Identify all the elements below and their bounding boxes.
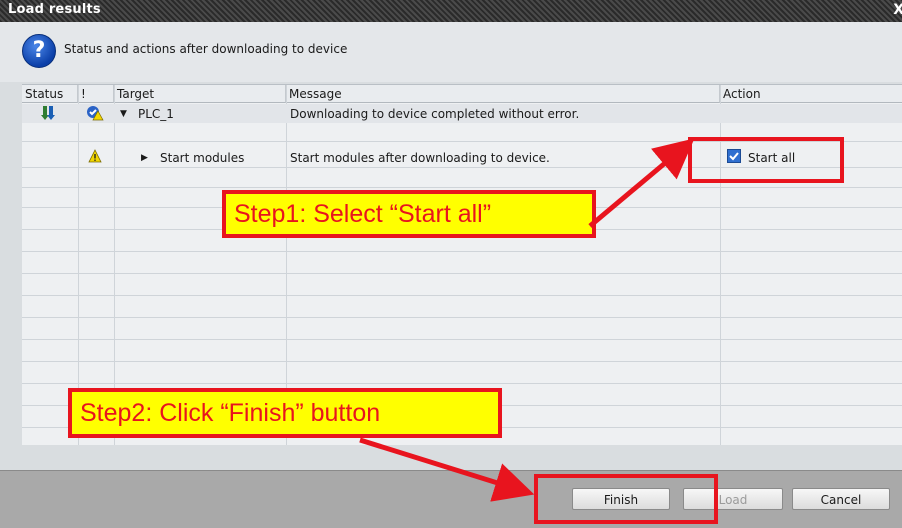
load-results-dialog: Load results X ? Status and actions afte… [0, 0, 902, 528]
message-cell: Downloading to device completed without … [290, 107, 580, 121]
step1-callout: Step1: Select “Start all” [222, 190, 596, 238]
highlight-start-all [688, 137, 844, 183]
cancel-button[interactable]: Cancel [792, 488, 890, 510]
grid-line [22, 321, 902, 340]
grid-line [22, 343, 902, 362]
column-header-status[interactable]: Status [22, 85, 78, 103]
chevron-right-icon[interactable]: ▶ [141, 149, 148, 167]
warning-icon [88, 149, 102, 168]
grid-line [22, 277, 902, 296]
column-header-message[interactable]: Message [286, 85, 720, 103]
column-header-flag[interactable]: ! [78, 85, 114, 103]
check-warning-icon [86, 105, 104, 126]
help-icon: ? [22, 34, 56, 68]
dialog-title: Load results [8, 2, 101, 17]
step2-callout: Step2: Click “Finish” button [68, 388, 502, 438]
message-cell: Start modules after downloading to devic… [290, 151, 550, 165]
grid-line [22, 365, 902, 384]
chevron-down-icon[interactable]: ▼ [120, 105, 127, 123]
target-start-modules[interactable]: Start modules [160, 149, 244, 167]
target-plc[interactable]: PLC_1 [138, 105, 174, 123]
download-icon [40, 105, 56, 126]
grid-line [22, 299, 902, 318]
title-bar: Load results X [0, 0, 902, 22]
highlight-finish [534, 474, 718, 524]
grid-line [22, 255, 902, 274]
close-icon[interactable]: X [893, 2, 902, 18]
column-header-action[interactable]: Action [720, 85, 902, 103]
dialog-header: ? Status and actions after downloading t… [0, 22, 902, 82]
column-header-target[interactable]: Target [114, 85, 286, 103]
header-subtitle: Status and actions after downloading to … [64, 42, 348, 56]
